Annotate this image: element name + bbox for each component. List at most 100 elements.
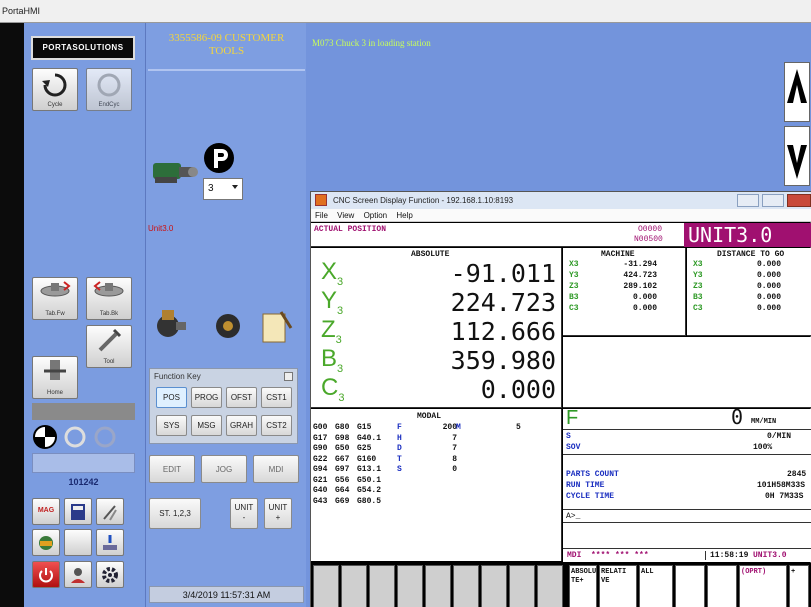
modal-cell: G50 bbox=[335, 444, 350, 453]
fkey-cst1[interactable]: CST1 bbox=[261, 387, 292, 408]
menu-view[interactable]: View bbox=[337, 211, 354, 220]
table-back-button[interactable]: Tab.Bk bbox=[86, 277, 132, 320]
fkey-ofst[interactable]: OFST bbox=[226, 387, 257, 408]
modal-cell: G17 bbox=[313, 433, 328, 443]
cnc-menubar: File View Option Help bbox=[311, 209, 811, 222]
hmi-window: PortaHMI PORTASOLUTIONS Cycle EndCyc Tab… bbox=[0, 0, 811, 607]
user-button[interactable] bbox=[64, 561, 92, 588]
modal-cell: H bbox=[397, 433, 402, 443]
menu-help[interactable]: Help bbox=[396, 211, 412, 220]
table-forward-button[interactable]: Tab.Fw bbox=[32, 277, 78, 320]
modal-cell: G43 bbox=[313, 496, 328, 506]
fkey-grah[interactable]: GRAH bbox=[226, 415, 257, 436]
softkey[interactable]: RELATI VE bbox=[599, 565, 637, 607]
modal-cell: G13.1 bbox=[357, 465, 382, 474]
mode-line: MDI **** *** *** bbox=[567, 551, 649, 560]
maximize-button[interactable] bbox=[762, 194, 784, 207]
softkey-blank[interactable] bbox=[509, 565, 535, 607]
axis-value: 0.000 bbox=[756, 282, 781, 291]
network-button[interactable] bbox=[32, 529, 60, 556]
home-label: Home bbox=[46, 390, 63, 396]
softkey-blank[interactable] bbox=[369, 565, 395, 607]
softkey[interactable] bbox=[675, 565, 705, 607]
axis-value: 0.000 bbox=[632, 293, 657, 302]
reference-point-icon bbox=[33, 425, 57, 449]
prompt-bar: A>_ bbox=[563, 509, 811, 523]
cycle-button[interactable]: Cycle bbox=[32, 68, 78, 111]
absolute-axis-value: 359.980 bbox=[450, 346, 556, 375]
axis-label: Z3 bbox=[693, 282, 703, 291]
blank-button[interactable] bbox=[64, 529, 92, 556]
softkey[interactable]: (OPRT) bbox=[739, 565, 787, 607]
fkey-sys[interactable]: SYS bbox=[156, 415, 187, 436]
status-bar-dark bbox=[32, 403, 135, 420]
mode-jog-button[interactable]: JOG bbox=[201, 455, 247, 483]
axis-label: B3 bbox=[569, 293, 579, 302]
modal-cell: G80.5 bbox=[357, 496, 382, 506]
mode-mdi-button[interactable]: MDI bbox=[253, 455, 299, 483]
modal-cell: F bbox=[397, 423, 402, 432]
tool-button[interactable]: Tool bbox=[86, 325, 132, 368]
scroll-up-button[interactable] bbox=[784, 62, 810, 122]
program-select[interactable]: 3 bbox=[203, 178, 243, 200]
menu-option[interactable]: Option bbox=[364, 211, 388, 220]
unit-plus-button[interactable]: UNIT + bbox=[264, 498, 292, 529]
machine-title: MACHINE bbox=[601, 250, 635, 259]
softkey-blank[interactable] bbox=[313, 565, 339, 607]
scroll-down-button[interactable] bbox=[784, 126, 810, 186]
home-axis-icon bbox=[44, 360, 66, 380]
fkey-msg[interactable]: MSG bbox=[191, 415, 222, 436]
power-button[interactable] bbox=[32, 561, 60, 588]
cycle-icon bbox=[42, 73, 67, 97]
softkey[interactable] bbox=[707, 565, 737, 607]
menu-file[interactable]: File bbox=[315, 211, 328, 220]
modal-cell: T bbox=[397, 454, 402, 464]
home-button[interactable]: Home bbox=[32, 356, 78, 399]
function-key-close-icon[interactable] bbox=[284, 372, 293, 381]
feed-unit: MM/MIN bbox=[751, 418, 777, 426]
axis-value: 0.000 bbox=[756, 271, 781, 280]
table-forward-icon bbox=[40, 281, 71, 297]
network-icon bbox=[39, 536, 53, 550]
softkey-blank[interactable] bbox=[397, 565, 423, 607]
spindle-unit-icon bbox=[153, 163, 198, 183]
modal-cell: G67 bbox=[335, 454, 350, 464]
fkey-cst2[interactable]: CST2 bbox=[261, 415, 292, 436]
softkey-blank[interactable] bbox=[481, 565, 507, 607]
softkey-blank[interactable] bbox=[537, 565, 563, 607]
unit-minus-button[interactable]: UNIT - bbox=[230, 498, 258, 529]
endcyc-button[interactable]: EndCyc bbox=[86, 68, 132, 111]
cnc-app-icon bbox=[315, 194, 327, 206]
modal-cell: G25 bbox=[357, 444, 372, 453]
input-display bbox=[32, 453, 135, 473]
parts-count-label: PARTS COUNT bbox=[566, 470, 619, 479]
endcycle-status-icon bbox=[94, 426, 116, 448]
download-button[interactable] bbox=[96, 529, 124, 556]
blank-right-block bbox=[563, 337, 811, 408]
mode-edit-button[interactable]: EDIT bbox=[149, 455, 195, 483]
magazine-button[interactable]: MAG bbox=[32, 498, 60, 525]
job-title-separator bbox=[148, 69, 305, 71]
minimize-button[interactable] bbox=[737, 194, 759, 207]
cycle-time-value: 0H 7M33S bbox=[765, 492, 804, 501]
sov-value: 100% bbox=[753, 443, 773, 452]
download-icon bbox=[103, 535, 117, 550]
fkey-prog[interactable]: PROG bbox=[191, 387, 222, 408]
manual-button[interactable] bbox=[64, 498, 92, 525]
softkey-blank[interactable] bbox=[453, 565, 479, 607]
gear-icon bbox=[102, 567, 118, 583]
tools-button[interactable] bbox=[96, 498, 124, 525]
feed-label: F bbox=[566, 407, 579, 429]
close-button[interactable] bbox=[787, 194, 811, 207]
settings-button[interactable] bbox=[96, 561, 124, 588]
fkey-pos[interactable]: POS bbox=[156, 387, 187, 408]
input-prompt: A>_ bbox=[566, 512, 581, 521]
softkey[interactable]: + bbox=[789, 565, 809, 607]
softkey[interactable]: ALL bbox=[639, 565, 673, 607]
softkey[interactable]: ABSOLU TE+ bbox=[569, 565, 597, 607]
softkey-blank[interactable] bbox=[341, 565, 367, 607]
modal-cell: G56 bbox=[335, 475, 350, 485]
axis-value: 289.102 bbox=[623, 282, 657, 291]
station-button[interactable]: ST. 1,2,3 bbox=[149, 498, 201, 529]
softkey-blank[interactable] bbox=[425, 565, 451, 607]
